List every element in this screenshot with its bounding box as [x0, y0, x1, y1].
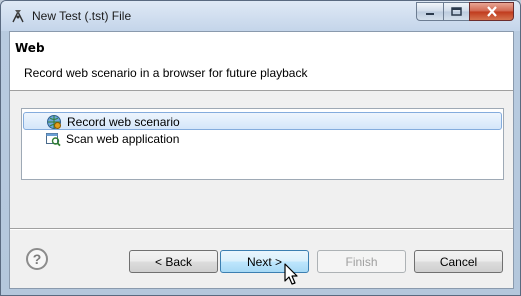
mouse-cursor-icon [284, 263, 298, 285]
page-title: Web [15, 41, 45, 55]
help-icon: ? [32, 251, 42, 267]
maximize-button[interactable] [443, 2, 469, 21]
help-button[interactable]: ? [26, 248, 48, 270]
list-item-record-web-scenario[interactable]: Record web scenario [23, 112, 502, 130]
minimize-button[interactable] [416, 2, 443, 21]
close-icon [486, 6, 497, 17]
cancel-button[interactable]: Cancel [414, 250, 503, 273]
window-controls [416, 2, 514, 21]
close-button[interactable] [469, 2, 514, 21]
options-list[interactable]: Record web scenario Scan web application [21, 108, 504, 180]
dialog-body: Web Record web scenario in a browser for… [9, 31, 514, 289]
finish-button[interactable]: Finish [317, 250, 406, 273]
record-web-icon [47, 115, 61, 129]
window-title: New Test (.tst) File [32, 9, 132, 23]
app-icon [12, 10, 24, 23]
title-bar[interactable]: New Test (.tst) File [1, 1, 520, 31]
maximize-icon [451, 7, 462, 16]
list-item-scan-web-application[interactable]: Scan web application [23, 130, 502, 148]
wizard-header: Web Record web scenario in a browser for… [10, 32, 513, 91]
button-bar-divider [10, 228, 513, 230]
minimize-icon [426, 12, 434, 15]
scan-web-icon [46, 133, 61, 147]
back-button[interactable]: < Back [129, 250, 218, 273]
list-item-label: Record web scenario [67, 115, 180, 129]
page-description: Record web scenario in a browser for fut… [24, 66, 308, 80]
dialog-window: New Test (.tst) File Web Record web scen… [0, 0, 521, 296]
list-item-label: Scan web application [66, 132, 180, 146]
